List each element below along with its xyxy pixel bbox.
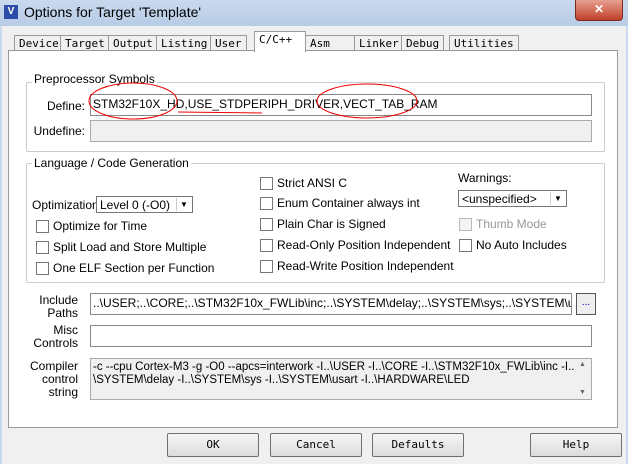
- red-annotation-marks: [88, 82, 418, 120]
- annotation-underline: [177, 111, 263, 114]
- tab-cpp[interactable]: C/C++: [254, 31, 306, 52]
- annotation-ellipse-vect: [316, 83, 418, 119]
- annotation-ellipse-hd: [88, 82, 178, 120]
